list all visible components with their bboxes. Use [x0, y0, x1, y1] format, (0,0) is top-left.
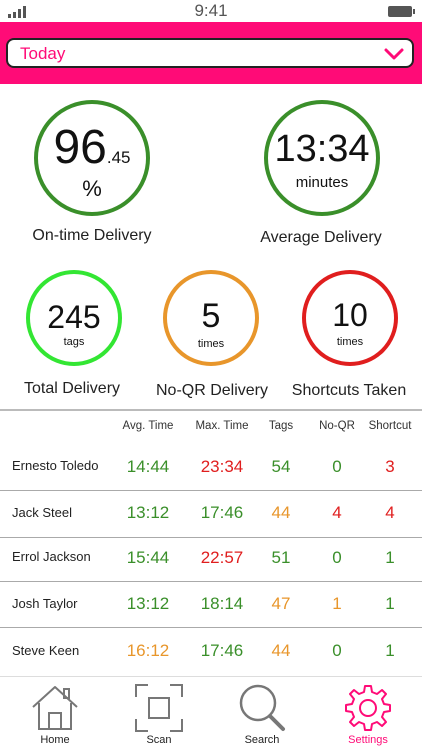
home-icon [32, 686, 78, 730]
header-no-qr: No-QR [319, 420, 355, 432]
average-delivery-label: Average Delivery [260, 229, 382, 246]
tab-scan-label: Scan [146, 734, 172, 746]
row-shortcut: 1 [385, 594, 395, 613]
row-shortcut: 4 [385, 503, 395, 522]
shortcuts-taken-ring: 10 times [302, 270, 398, 366]
row-name: Errol Jackson [12, 549, 91, 564]
chevron-down-icon [384, 48, 404, 60]
shortcuts-value: 10 [332, 297, 368, 333]
row-name: Jack Steel [12, 505, 72, 520]
no-qr-delivery-label: No-QR Delivery [155, 382, 268, 399]
tab-home[interactable]: Home [5, 677, 105, 750]
row-no-qr: 0 [332, 641, 342, 660]
total-value: 245 [47, 299, 101, 335]
no-qr-delivery-ring: 5 times [163, 270, 259, 366]
tab-home-label: Home [40, 734, 70, 746]
row-tags: 44 [271, 641, 291, 660]
row-no-qr: 0 [332, 457, 342, 476]
row-avg-time: 16:12 [126, 641, 170, 660]
tab-search[interactable]: Search [212, 677, 312, 750]
tab-scan[interactable]: Scan [109, 677, 209, 750]
total-unit: tags [63, 336, 85, 348]
scan-icon [135, 684, 183, 732]
row-max-time: 18:14 [200, 594, 244, 613]
on-time-value-fraction: .45 [106, 148, 131, 167]
row-no-qr: 1 [332, 594, 342, 613]
shortcuts-unit: times [336, 336, 364, 348]
row-avg-time: 13:12 [126, 503, 170, 522]
row-max-time: 17:46 [200, 641, 244, 660]
table-row[interactable]: Jack Steel 13:12 17:46 44 4 4 [0, 491, 422, 537]
row-name: Steve Keen [12, 643, 80, 658]
tab-settings[interactable]: Settings [318, 677, 418, 750]
battery-icon [388, 6, 415, 17]
row-tags: 44 [271, 503, 291, 522]
row-avg-time: 15:44 [126, 548, 170, 567]
tab-settings-label: Settings [348, 734, 388, 746]
header-max-time: Max. Time [195, 420, 249, 432]
shortcuts-taken-label: Shortcuts Taken [291, 382, 407, 399]
table-row[interactable]: Josh Taylor 13:12 18:14 47 1 1 [0, 582, 422, 628]
on-time-unit: % [82, 176, 102, 201]
on-time-delivery-ring: 96.45 % [34, 100, 150, 216]
tab-bar: Home Scan Search Settings [0, 676, 422, 750]
row-shortcut: 3 [385, 457, 395, 476]
average-delivery-ring: 13:34 minutes [264, 100, 380, 216]
search-icon [239, 684, 285, 731]
status-time: 9:41 [194, 1, 228, 20]
period-dropdown[interactable]: Today [6, 38, 414, 68]
no-qr-unit: times [197, 338, 225, 350]
tab-search-label: Search [244, 734, 280, 746]
period-dropdown-value: Today [20, 44, 66, 63]
header-shortcut: Shortcut [368, 420, 412, 432]
header-tags: Tags [268, 420, 294, 432]
row-shortcut: 1 [385, 548, 395, 567]
no-qr-value: 5 [201, 297, 221, 335]
table-top-divider [0, 409, 422, 411]
row-name: Josh Taylor [12, 596, 78, 611]
average-value: 13:34 [274, 128, 370, 170]
row-max-time: 22:57 [200, 548, 244, 567]
row-name: Ernesto Toledo [12, 458, 99, 473]
on-time-delivery-label: On-time Delivery [32, 227, 152, 244]
row-tags: 51 [271, 548, 291, 567]
table-header: Avg. Time Max. Time Tags No-QR Shortcut [0, 420, 422, 440]
row-max-time: 23:34 [200, 457, 244, 476]
row-no-qr: 4 [332, 503, 342, 522]
row-avg-time: 13:12 [126, 594, 170, 613]
table-row[interactable]: Errol Jackson 15:44 22:57 51 0 1 [0, 538, 422, 584]
status-bar: 9:41 [0, 0, 422, 22]
row-shortcut: 1 [385, 641, 395, 660]
row-avg-time: 14:44 [126, 457, 170, 476]
row-no-qr: 0 [332, 548, 342, 567]
gear-icon [345, 685, 391, 731]
table-row[interactable]: Steve Keen 16:12 17:46 44 0 1 [0, 628, 422, 674]
row-tags: 47 [271, 594, 291, 613]
total-delivery-label: Total Delivery [23, 380, 121, 397]
total-delivery-ring: 245 tags [26, 270, 122, 366]
header-avg-time: Avg. Time [122, 420, 174, 432]
row-tags: 54 [271, 457, 291, 476]
row-max-time: 17:46 [200, 503, 244, 522]
on-time-value: 96 [53, 121, 107, 174]
average-unit: minutes [295, 174, 349, 191]
table-row[interactable]: Ernesto Toledo 14:44 23:34 54 0 3 [0, 445, 422, 491]
